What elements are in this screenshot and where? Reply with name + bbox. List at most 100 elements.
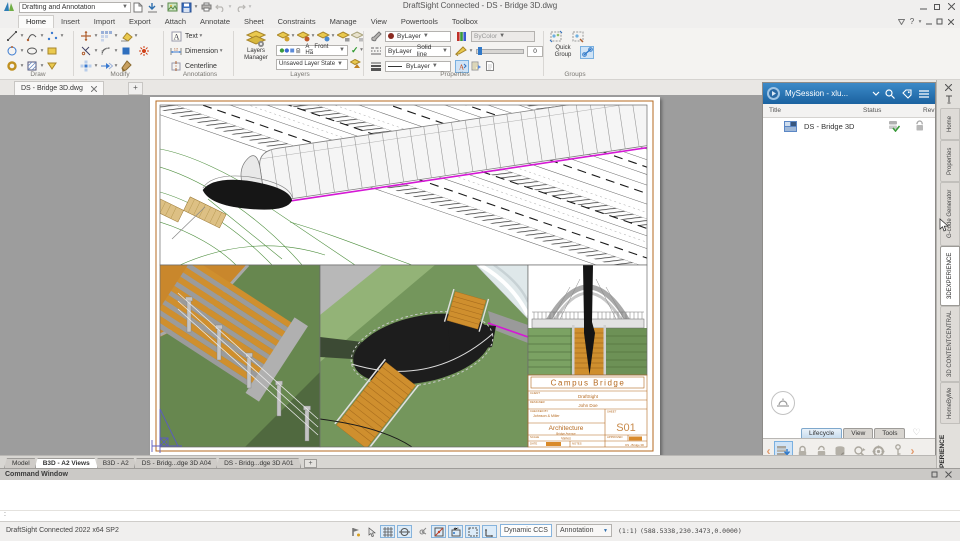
explode-tool-icon[interactable] bbox=[137, 45, 151, 58]
tag-icon[interactable] bbox=[902, 88, 912, 99]
text-tool-icon[interactable]: A bbox=[169, 30, 183, 43]
tab-export[interactable]: Export bbox=[122, 16, 158, 28]
etrack-toggle-icon[interactable] bbox=[448, 525, 463, 538]
doc-close-button[interactable] bbox=[945, 16, 956, 27]
grid-toggle-icon[interactable] bbox=[380, 525, 395, 538]
undo-icon[interactable] bbox=[213, 1, 227, 14]
ribbon-collapse-icon[interactable] bbox=[896, 16, 907, 27]
line-tool-icon[interactable] bbox=[5, 30, 19, 43]
restore-button[interactable] bbox=[930, 1, 944, 12]
trim-tool-icon[interactable] bbox=[79, 45, 93, 58]
assistant-icon[interactable] bbox=[771, 391, 795, 415]
line-color-combo[interactable]: ByLayer ▼ bbox=[385, 30, 451, 42]
tab-manage[interactable]: Manage bbox=[323, 16, 364, 28]
tab-tools[interactable]: Tools bbox=[874, 428, 906, 438]
layer-freeze-icon[interactable] bbox=[316, 30, 330, 43]
linestyle-icon[interactable] bbox=[369, 45, 383, 58]
fillet-tool-icon[interactable] bbox=[99, 45, 113, 58]
new-document-tab-button[interactable]: + bbox=[128, 82, 143, 95]
command-close-icon[interactable] bbox=[945, 471, 952, 478]
line-weight-combo[interactable]: ByLayer ▼ bbox=[385, 60, 451, 72]
lineweight-toggle-icon[interactable] bbox=[465, 525, 480, 538]
snap-toggle-icon[interactable] bbox=[348, 525, 363, 538]
rectangle-tool-icon[interactable] bbox=[45, 45, 59, 58]
sheet-tab-a01[interactable]: DS - Bridg...dge 3D A01 bbox=[216, 458, 301, 468]
transparency-slider[interactable] bbox=[476, 46, 524, 55]
mysession-header[interactable]: MySession - xlu... bbox=[763, 83, 935, 104]
transparency-value[interactable]: 0 bbox=[527, 45, 543, 57]
layer-state-combo[interactable]: Unsaved Layer State ▼ bbox=[276, 58, 348, 70]
import-icon[interactable] bbox=[145, 1, 159, 14]
command-window[interactable]: Command Window : bbox=[0, 468, 960, 522]
point-tool-icon[interactable] bbox=[45, 30, 59, 43]
sync-status-icon[interactable] bbox=[887, 120, 900, 132]
sheet-tab-b3d-a2[interactable]: B3D - A2 bbox=[95, 458, 137, 468]
command-float-icon[interactable] bbox=[931, 471, 938, 478]
selection-toggle-icon[interactable] bbox=[364, 525, 379, 538]
side-tab-3dexperience[interactable]: 3DEXPERIENCE bbox=[940, 246, 960, 306]
group-edit-icon[interactable] bbox=[571, 30, 585, 43]
tab-lifecycle[interactable]: Lifecycle bbox=[801, 428, 843, 438]
region-tool-icon[interactable] bbox=[119, 45, 133, 58]
side-tab-home[interactable]: Home bbox=[940, 108, 960, 140]
layers-manager-button[interactable]: Layers Manager bbox=[240, 30, 272, 70]
unlock-status-icon[interactable] bbox=[914, 120, 925, 132]
colorbar-icon[interactable] bbox=[454, 30, 468, 43]
menu-icon[interactable] bbox=[919, 89, 929, 98]
layer-state-save-icon[interactable] bbox=[348, 58, 362, 71]
layer-unlock-icon[interactable] bbox=[350, 30, 364, 43]
tab-view[interactable]: View bbox=[843, 428, 874, 438]
ellipse-tool-icon[interactable] bbox=[25, 45, 39, 58]
document-tab-close-icon[interactable] bbox=[90, 85, 97, 92]
sheet-tab-b3d-a2-views[interactable]: B3D - A2 Views bbox=[35, 458, 98, 468]
tab-toolbox[interactable]: Toolbox bbox=[445, 16, 485, 28]
polar-toggle-icon[interactable] bbox=[414, 525, 429, 538]
layer-preview-check-icon[interactable]: ✓ bbox=[351, 45, 359, 56]
side-tab-properties[interactable]: Properties bbox=[940, 140, 960, 182]
quick-group-button[interactable]: Quick Group bbox=[548, 45, 578, 58]
arc-tool-icon[interactable] bbox=[25, 30, 39, 43]
side-tab-homebyme[interactable]: HomeByMe bbox=[940, 382, 960, 424]
erase-tool-icon[interactable] bbox=[119, 30, 133, 43]
sheet[interactable]: Campus Bridge CLIENT DraftSight DESIGNER… bbox=[150, 97, 660, 455]
tab-import[interactable]: Import bbox=[87, 16, 122, 28]
print-icon[interactable] bbox=[199, 1, 213, 14]
transparency-icon[interactable] bbox=[454, 45, 468, 58]
layer-hide-icon[interactable] bbox=[276, 30, 290, 43]
esnap-toggle-icon[interactable] bbox=[431, 525, 446, 538]
panel-pin-icon[interactable] bbox=[945, 95, 953, 104]
image-icon[interactable] bbox=[165, 1, 179, 14]
color-brush-icon[interactable] bbox=[369, 30, 383, 43]
dynamic-ccs-button[interactable]: Dynamic CCS bbox=[500, 524, 552, 537]
group-link-icon[interactable] bbox=[580, 45, 594, 59]
document-tab[interactable]: DS - Bridge 3D.dwg bbox=[14, 81, 104, 95]
tab-sheet[interactable]: Sheet bbox=[237, 16, 271, 28]
ortho-toggle-icon[interactable] bbox=[397, 525, 412, 538]
doc-minimize-button[interactable] bbox=[923, 16, 934, 27]
tab-constraints[interactable]: Constraints bbox=[271, 16, 323, 28]
search-icon[interactable] bbox=[885, 88, 895, 99]
tab-powertools[interactable]: Powertools bbox=[394, 16, 445, 28]
heart-icon[interactable]: ♡ bbox=[912, 427, 920, 438]
ucs-toggle-icon[interactable] bbox=[482, 525, 497, 538]
active-layer-combo[interactable]: A_ Front Ha ▼ bbox=[276, 44, 348, 56]
new-file-icon[interactable] bbox=[131, 1, 145, 14]
chevron-down-icon[interactable] bbox=[872, 91, 880, 96]
tab-view[interactable]: View bbox=[364, 16, 394, 28]
tab-attach[interactable]: Attach bbox=[158, 16, 193, 28]
redo-icon[interactable] bbox=[233, 1, 247, 14]
layer-lock-icon[interactable] bbox=[336, 30, 350, 43]
tab-home[interactable]: Home bbox=[18, 15, 55, 28]
help-button[interactable]: ? bbox=[907, 16, 917, 27]
line-style-combo[interactable]: ByLayer Solid line ▼ bbox=[385, 44, 451, 58]
pattern-tool-icon[interactable] bbox=[99, 30, 113, 43]
workspace-selector[interactable]: Drafting and Annotation ▼ bbox=[19, 1, 131, 13]
doc-restore-button[interactable] bbox=[934, 16, 945, 27]
minimize-button[interactable] bbox=[916, 1, 930, 12]
dimension-tool-icon[interactable]: 12 bbox=[169, 45, 183, 58]
close-button[interactable] bbox=[944, 1, 958, 12]
side-tab-gcode[interactable]: G-code Generator bbox=[940, 182, 960, 246]
tab-insert[interactable]: Insert bbox=[54, 16, 87, 28]
annotation-scale-dropdown[interactable]: Annotation ▼ bbox=[556, 524, 612, 537]
session-item-row[interactable]: DS - Bridge 3D bbox=[763, 117, 935, 135]
